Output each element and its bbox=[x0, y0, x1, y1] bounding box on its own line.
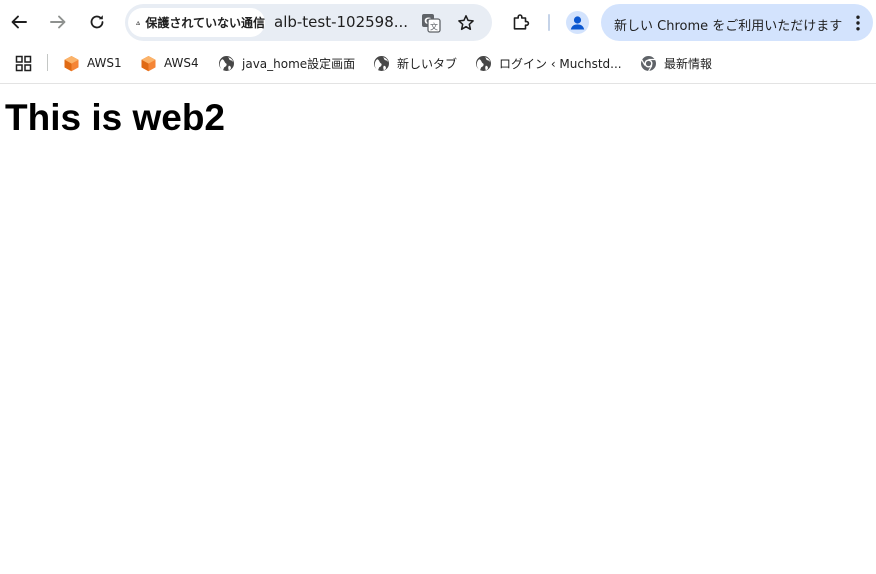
puzzle-icon bbox=[513, 14, 530, 30]
bookmarks-divider bbox=[47, 54, 48, 71]
bookmark-label: java_home設定画面 bbox=[242, 56, 356, 71]
chrome-icon bbox=[640, 55, 657, 72]
bookmark-item[interactable]: ログイン ‹ Muchstd... bbox=[475, 53, 622, 73]
profile-avatar[interactable] bbox=[566, 11, 589, 34]
reload-icon bbox=[90, 15, 104, 29]
svg-text:文: 文 bbox=[430, 22, 438, 32]
globe-icon bbox=[373, 55, 390, 72]
bookmark-item[interactable]: java_home設定画面 bbox=[218, 53, 355, 73]
bookmark-label: AWS4 bbox=[164, 56, 199, 70]
kebab-menu-icon[interactable] bbox=[853, 14, 863, 32]
bookmark-label: 最新情報 bbox=[664, 56, 713, 71]
bookmark-item[interactable]: AWS4 bbox=[140, 53, 199, 73]
bookmark-item[interactable]: AWS1 bbox=[63, 53, 122, 73]
translate-button[interactable]: G文 bbox=[420, 12, 442, 34]
forward-button[interactable] bbox=[45, 9, 71, 35]
aws-cube-icon bbox=[140, 55, 157, 72]
apps-button[interactable] bbox=[15, 53, 32, 73]
warning-icon bbox=[136, 20, 141, 25]
bookmark-label: AWS1 bbox=[87, 56, 122, 70]
apps-grid-icon bbox=[15, 55, 32, 71]
reload-button[interactable] bbox=[84, 9, 110, 35]
extensions-button[interactable] bbox=[508, 9, 534, 35]
star-icon bbox=[458, 15, 474, 31]
aws-cube-icon bbox=[63, 55, 80, 72]
security-chip[interactable]: 保護されていない通信 bbox=[128, 8, 265, 37]
globe-icon bbox=[475, 55, 492, 72]
arrow-right-icon bbox=[50, 15, 66, 29]
update-chrome-button[interactable]: 新しい Chrome をご利用いただけます bbox=[601, 4, 873, 41]
page-heading: This is web2 bbox=[5, 97, 226, 138]
person-icon bbox=[570, 16, 585, 30]
arrow-left-icon bbox=[11, 15, 27, 29]
bookmark-item[interactable]: 最新情報 bbox=[640, 53, 712, 73]
address-bar[interactable]: 保護されていない通信 alb-test-102598... G文 bbox=[125, 4, 492, 41]
security-chip-label: 保護されていない通信 bbox=[145, 16, 265, 30]
url-text[interactable]: alb-test-102598... bbox=[274, 13, 408, 31]
bookmark-label: ログイン ‹ Muchstd... bbox=[499, 56, 622, 71]
back-button[interactable] bbox=[6, 9, 32, 35]
browser-toolbar: 保護されていない通信 alb-test-102598... G文 新しい Chr… bbox=[0, 0, 876, 45]
translate-icon: G文 bbox=[422, 14, 441, 33]
page-content: This is web2 bbox=[0, 85, 876, 574]
bookmarks-bar: AWS1 AWS4 java_home設定画面 新しいタブ ログイン ‹ Muc… bbox=[0, 45, 876, 84]
globe-icon bbox=[218, 55, 235, 72]
bookmark-item[interactable]: 新しいタブ bbox=[373, 53, 457, 73]
update-chrome-label: 新しい Chrome をご利用いただけます bbox=[614, 19, 843, 34]
bookmark-star-button[interactable] bbox=[455, 12, 477, 34]
bookmark-label: 新しいタブ bbox=[397, 56, 458, 71]
toolbar-divider bbox=[548, 14, 550, 31]
